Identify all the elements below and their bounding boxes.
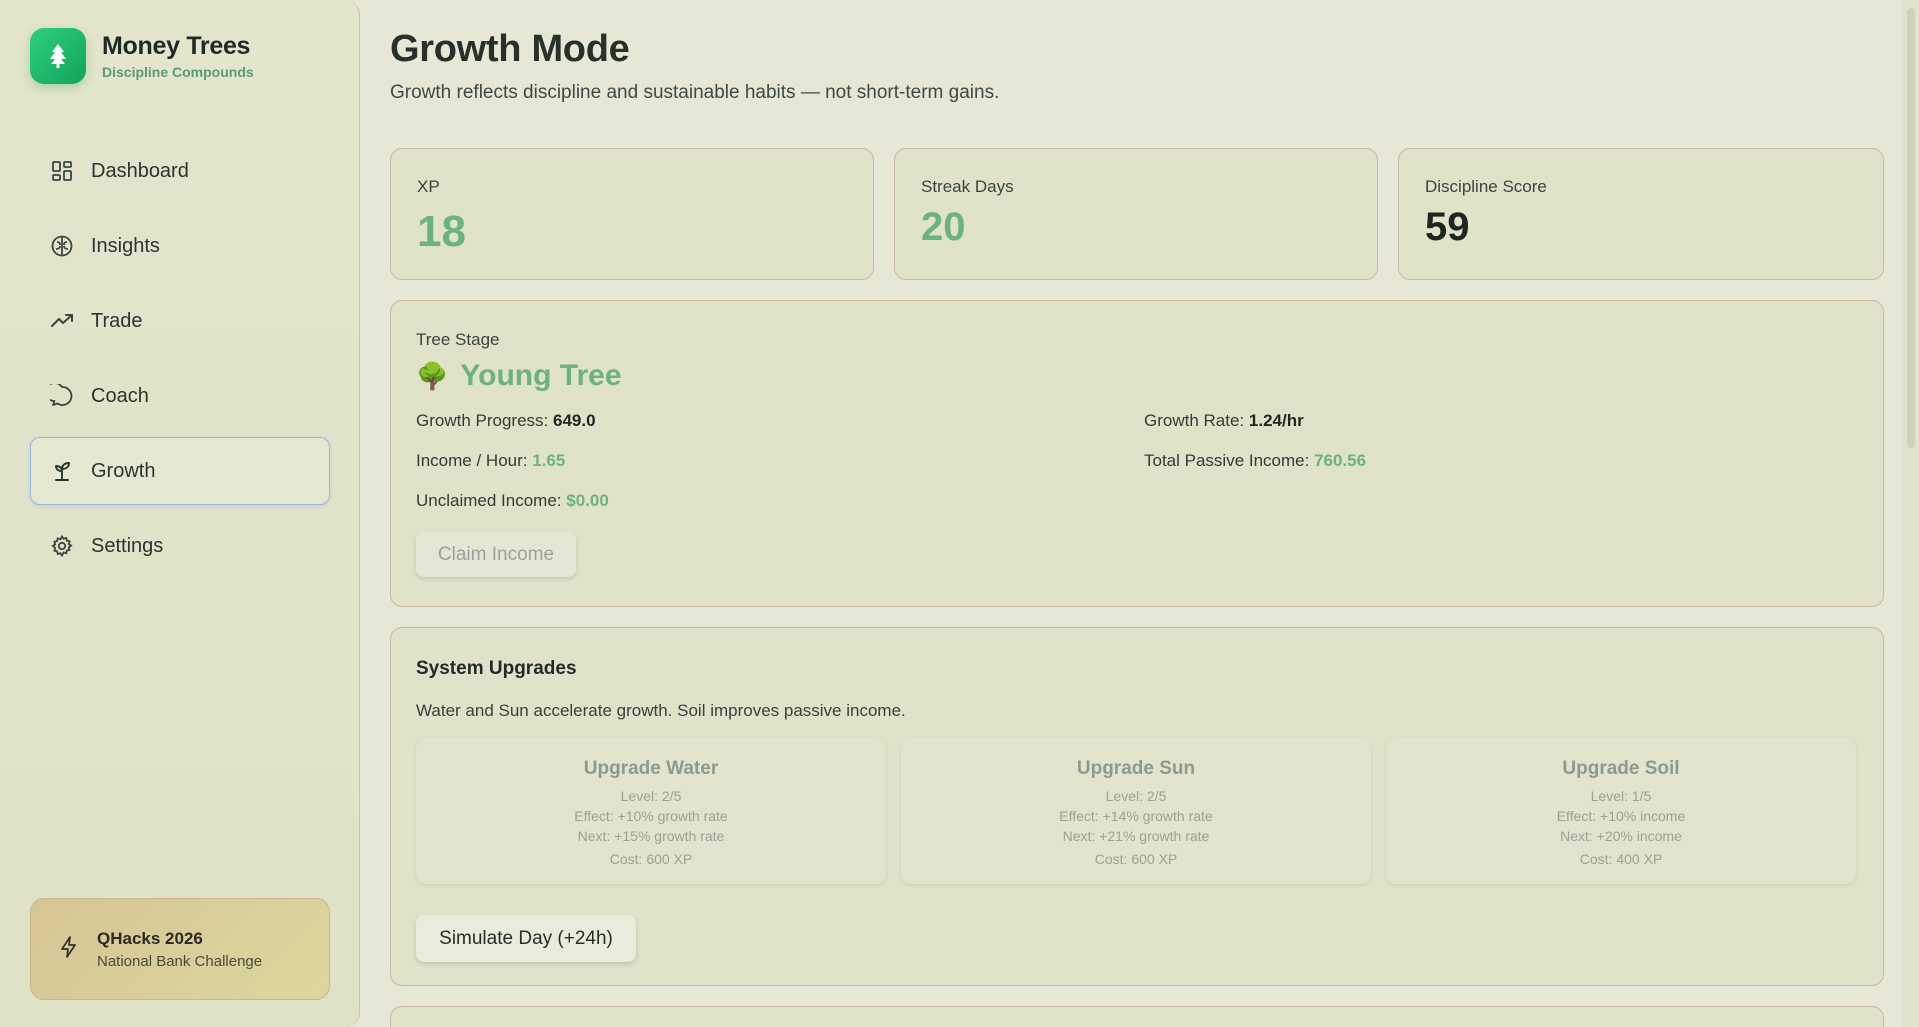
claim-income-button[interactable]: Claim Income [416,532,576,577]
sidebar-item-growth[interactable]: Growth [30,437,330,505]
income-per-hour: Income / Hour: 1.65 [416,451,565,471]
stat-label: Streak Days [921,177,1014,197]
stat-value: 20 [921,205,966,250]
section-description: Water and Sun accelerate growth. Soil im… [416,701,906,721]
growth-progress-value: 649.0 [553,411,596,430]
trending-up-icon [49,308,75,334]
brand-name: Money Trees [102,32,254,61]
promo-card[interactable]: QHacks 2026 National Bank Challenge [30,898,330,1000]
stat-label: XP [417,177,440,197]
stat-card-streak: Streak Days 20 [894,148,1378,280]
sidebar-item-dashboard[interactable]: Dashboard [30,137,330,205]
upgrade-level: Level: 2/5 [901,786,1371,806]
unclaimed-income: Unclaimed Income: $0.00 [416,491,609,511]
stat-label: Discipline Score [1425,177,1547,197]
stat-value: 18 [417,207,466,257]
brand[interactable]: Money Trees Discipline Compounds [30,28,254,84]
sidebar-item-settings[interactable]: Settings [30,512,330,580]
stat-card-discipline: Discipline Score 59 [1398,148,1884,280]
sidebar-item-label: Settings [91,535,163,558]
upgrade-soil-button[interactable]: Upgrade Soil Level: 1/5 Effect: +10% inc… [1386,738,1856,884]
tree-stage: 🌳 Young Tree [416,359,622,393]
growth-rate: Growth Rate: 1.24/hr [1144,411,1304,431]
upgrade-cost: Cost: 400 XP [1386,851,1856,867]
sidebar-item-label: Trade [91,310,143,333]
next-card [390,1006,1884,1027]
sidebar-item-coach[interactable]: Coach [30,362,330,430]
promo-title: QHacks 2026 [97,929,262,949]
upgrade-next: Next: +15% growth rate [416,826,886,846]
tree-stage-name: Young Tree [460,359,621,393]
sidebar-item-insights[interactable]: Insights [30,212,330,280]
sidebar-item-label: Growth [91,460,155,483]
upgrade-next: Next: +20% income [1386,826,1856,846]
upgrade-level: Level: 2/5 [416,786,886,806]
upgrade-effect: Effect: +10% income [1386,806,1856,826]
promo-subtitle: National Bank Challenge [97,953,262,970]
sidebar-nav: Dashboard Insights Trade [30,137,330,587]
growth-progress: Growth Progress: 649.0 [416,411,596,431]
upgrade-effect: Effect: +10% growth rate [416,806,886,826]
sidebar-item-trade[interactable]: Trade [30,287,330,355]
upgrade-sun-button[interactable]: Upgrade Sun Level: 2/5 Effect: +14% grow… [901,738,1371,884]
total-passive-income: Total Passive Income: 760.56 [1144,451,1366,471]
upgrade-effect: Effect: +14% growth rate [901,806,1371,826]
dashboard-icon [49,158,75,184]
income-per-hour-value: 1.65 [532,451,565,470]
brain-icon [49,233,75,259]
sidebar-item-label: Insights [91,235,160,258]
upgrade-title: Upgrade Sun [901,758,1371,780]
section-title: System Upgrades [416,658,577,680]
lightning-icon [59,936,79,963]
sprout-icon [49,458,75,484]
tree-icon: 🌳 [416,361,448,392]
upgrade-water-button[interactable]: Upgrade Water Level: 2/5 Effect: +10% gr… [416,738,886,884]
chat-icon [49,383,75,409]
growth-rate-value: 1.24/hr [1249,411,1304,430]
stat-card-xp: XP 18 [390,148,874,280]
page-subtitle: Growth reflects discipline and sustainab… [390,82,999,104]
tree-stage-card: Tree Stage 🌳 Young Tree Growth Progress:… [390,300,1884,607]
sidebar: Money Trees Discipline Compounds Dashboa… [0,0,360,1027]
upgrade-cost: Cost: 600 XP [901,851,1371,867]
system-upgrades-card: System Upgrades Water and Sun accelerate… [390,627,1884,986]
upgrade-title: Upgrade Water [416,758,886,780]
total-passive-income-value: 760.56 [1314,451,1366,470]
tree-icon [30,28,86,84]
scrollbar[interactable] [1903,0,1919,1027]
gear-icon [49,533,75,559]
unclaimed-income-value: $0.00 [566,491,609,510]
brand-tagline: Discipline Compounds [102,64,254,80]
simulate-day-button[interactable]: Simulate Day (+24h) [416,915,636,962]
sidebar-item-label: Dashboard [91,160,189,183]
upgrade-level: Level: 1/5 [1386,786,1856,806]
page-title: Growth Mode [390,28,629,71]
sidebar-item-label: Coach [91,385,149,408]
upgrade-cost: Cost: 600 XP [416,851,886,867]
stat-value: 59 [1425,205,1470,250]
upgrade-title: Upgrade Soil [1386,758,1856,780]
scrollbar-thumb[interactable] [1907,8,1915,448]
tree-stage-label: Tree Stage [416,330,499,350]
upgrade-next: Next: +21% growth rate [901,826,1371,846]
